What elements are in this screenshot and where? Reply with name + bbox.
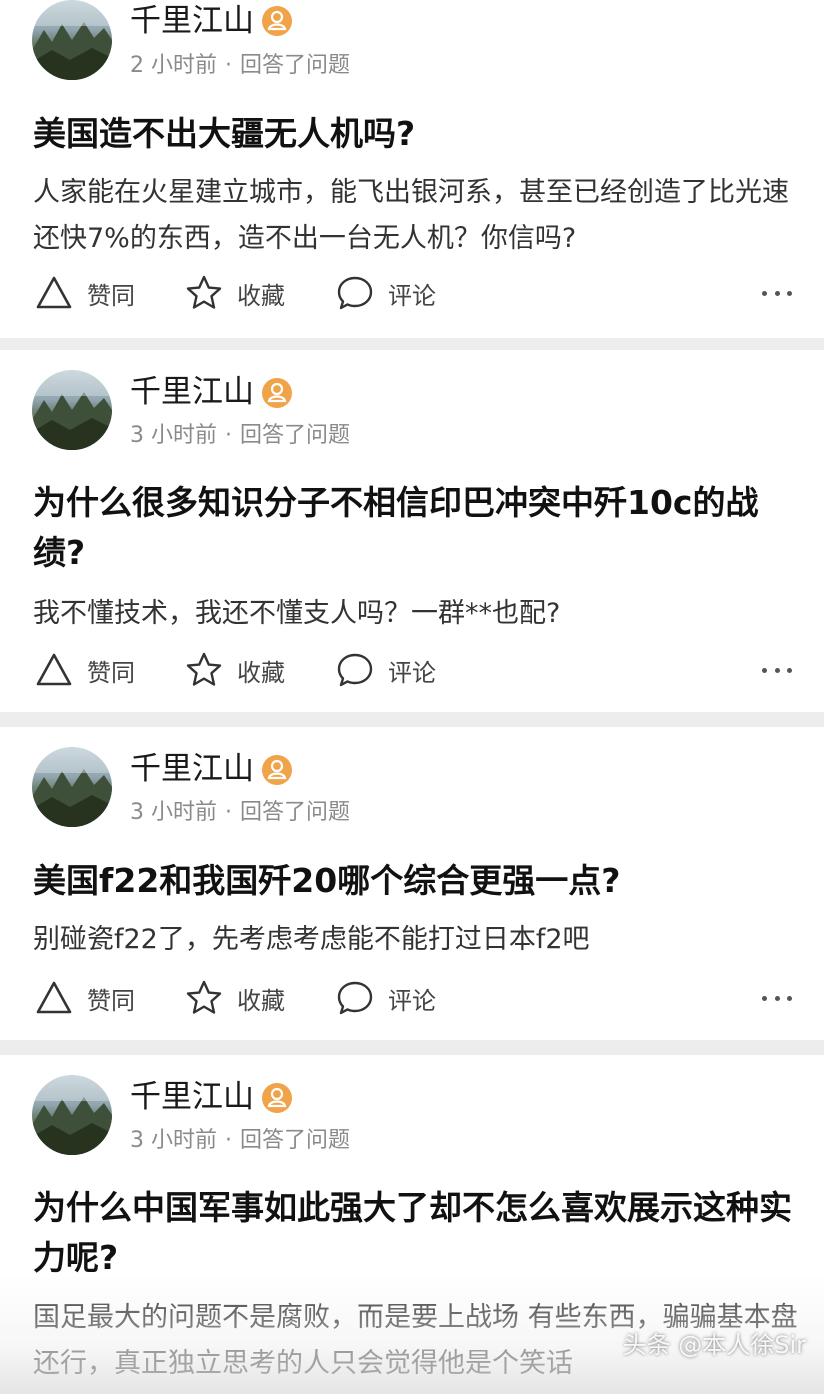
watermark: 头条 @本人徐Sir [622, 1331, 806, 1359]
like-button[interactable]: 赞同 [35, 973, 135, 1023]
like-button[interactable]: 赞同 [35, 645, 135, 695]
user-badge-icon [262, 378, 292, 408]
speech-bubble-icon [337, 653, 373, 687]
more-dots-icon[interactable] [762, 657, 792, 683]
comment-button[interactable]: 评论 [336, 645, 436, 695]
meta-separator: · [225, 800, 232, 825]
speech-bubble-icon [337, 276, 373, 310]
avatar[interactable] [32, 0, 112, 80]
favorite-button[interactable]: 收藏 [185, 645, 285, 695]
feed-card[interactable]: 千里江山 3 小时前 · 回答了问题 为什么很多知识分子不相信印巴冲突中歼10c的战… [0, 350, 824, 712]
star-icon [186, 980, 222, 1014]
more-dots-icon[interactable] [762, 985, 792, 1011]
answer-excerpt[interactable]: 别碰瓷f22了，先考虑考虑能不能打过日本f2吧 [33, 917, 803, 963]
comment-label: 评论 [388, 658, 436, 687]
post-meta: 3 小时前 · 回答了问题 [130, 422, 350, 450]
favorite-label: 收藏 [237, 986, 285, 1015]
favorite-label: 收藏 [237, 658, 285, 687]
post-action: 回答了问题 [240, 800, 351, 825]
meta-separator: · [225, 423, 232, 448]
question-title[interactable]: 为什么很多知识分子不相信印巴冲突中歼10c的战绩? [33, 478, 793, 578]
comment-label: 评论 [388, 986, 436, 1015]
like-button[interactable]: 赞同 [35, 268, 135, 318]
star-icon [186, 275, 222, 309]
favorite-button[interactable]: 收藏 [185, 268, 285, 318]
comment-button[interactable]: 评论 [336, 268, 436, 318]
more-dots-icon[interactable] [762, 280, 792, 306]
like-label: 赞同 [87, 986, 135, 1015]
post-action: 回答了问题 [240, 423, 351, 448]
author-name[interactable]: 千里江山 [130, 2, 254, 40]
like-label: 赞同 [87, 658, 135, 687]
author-name[interactable]: 千里江山 [130, 750, 254, 788]
author-name[interactable]: 千里江山 [130, 1078, 254, 1116]
question-title[interactable]: 美国f22和我国歼20哪个综合更强一点? [33, 856, 793, 906]
post-time: 2 小时前 [130, 53, 217, 78]
action-bar: 赞同 收藏 评论 [0, 645, 824, 695]
question-title[interactable]: 美国造不出大疆无人机吗? [33, 109, 793, 159]
triangle-up-icon [36, 276, 72, 309]
action-bar: 赞同 收藏 评论 [0, 973, 824, 1023]
feed-card[interactable]: 千里江山 2 小时前 · 回答了问题 美国造不出大疆无人机吗? 人家能在火星建立城市… [0, 0, 824, 338]
post-time: 3 小时前 [130, 800, 217, 825]
avatar[interactable] [32, 747, 112, 827]
avatar[interactable] [32, 1075, 112, 1155]
post-action: 回答了问题 [240, 53, 351, 78]
post-time: 3 小时前 [130, 1128, 217, 1153]
meta-separator: · [225, 53, 232, 78]
post-meta: 3 小时前 · 回答了问题 [130, 799, 350, 827]
post-time: 3 小时前 [130, 423, 217, 448]
speech-bubble-icon [337, 981, 373, 1015]
post-action: 回答了问题 [240, 1128, 351, 1153]
post-meta: 2 小时前 · 回答了问题 [130, 52, 350, 80]
answer-excerpt[interactable]: 人家能在火星建立城市，能飞出银河系，甚至已经创造了比光速还快7%的东西，造不出一… [33, 170, 803, 262]
triangle-up-icon [36, 981, 72, 1014]
answer-excerpt[interactable]: 我不懂技术，我还不懂支人吗？一群**也配? [33, 591, 803, 637]
like-label: 赞同 [87, 281, 135, 310]
meta-separator: · [225, 1128, 232, 1153]
question-title[interactable]: 为什么中国军事如此强大了却不怎么喜欢展示这种实力呢? [33, 1183, 793, 1283]
post-meta: 3 小时前 · 回答了问题 [130, 1127, 350, 1155]
author-name[interactable]: 千里江山 [130, 373, 254, 411]
user-badge-icon [262, 1083, 292, 1113]
star-icon [186, 652, 222, 686]
triangle-up-icon [36, 653, 72, 686]
action-bar: 赞同 收藏 评论 [0, 268, 824, 318]
avatar[interactable] [32, 370, 112, 450]
comment-button[interactable]: 评论 [336, 973, 436, 1023]
feed-card[interactable]: 千里江山 3 小时前 · 回答了问题 美国f22和我国歼20哪个综合更强一点? 别碰… [0, 727, 824, 1040]
favorite-label: 收藏 [237, 281, 285, 310]
user-badge-icon [262, 6, 292, 36]
favorite-button[interactable]: 收藏 [185, 973, 285, 1023]
user-badge-icon [262, 755, 292, 785]
comment-label: 评论 [388, 281, 436, 310]
